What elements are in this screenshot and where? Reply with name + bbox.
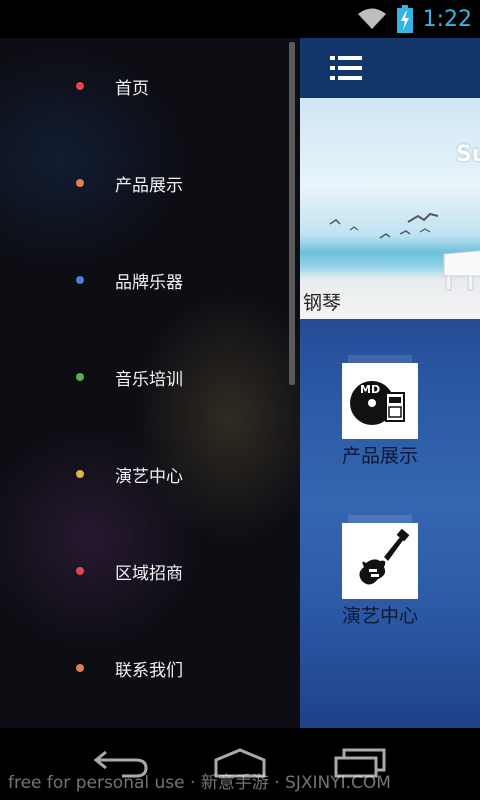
drawer-item-label: 音乐培训 [115,369,183,390]
bullet-dot-icon [76,567,84,575]
banner-caption: 钢琴 [303,292,342,314]
bullet-dot-icon [76,82,84,90]
content-area: MD 产品展示 演艺中心 [300,319,480,728]
seagulls-icon [329,212,439,239]
bullet-dot-icon [76,179,84,187]
drawer-item-label: 首页 [115,78,149,99]
drawer-item-brand-instruments[interactable]: 品牌乐器 [0,250,290,310]
tile-products[interactable]: MD [342,363,418,439]
banner-logo-text: Su [456,142,480,167]
battery-charging-icon [396,5,413,33]
piano-icon [443,250,480,291]
main-content: Su 钢琴 MD 产品展示 演艺中心 [300,38,480,728]
drawer-item-label: 联系我们 [115,660,183,681]
drawer-item-performance-center[interactable]: 演艺中心 [0,444,290,504]
watermark-text: free for personal use · 新意手游 · SJXINYI.C… [8,773,391,793]
status-bar: 1:22 [0,0,480,38]
svg-text:MD: MD [360,383,380,396]
drawer-item-contact-us[interactable]: 联系我们 [0,638,290,698]
drawer-item-products[interactable]: 产品展示 [0,153,290,213]
hamburger-list-icon[interactable] [330,54,364,82]
status-clock: 1:22 [422,6,472,32]
drawer-item-label: 演艺中心 [115,466,183,487]
action-bar [300,38,480,98]
banner-image[interactable]: Su 钢琴 [300,98,480,319]
drawer-item-regional-franchise[interactable]: 区域招商 [0,541,290,601]
drawer-item-label: 品牌乐器 [115,272,183,293]
bullet-dot-icon [76,373,84,381]
bullet-dot-icon [76,470,84,478]
tile-performance-center[interactable] [342,523,418,599]
drawer-item-label: 产品展示 [115,175,183,196]
drawer-item-home[interactable]: 首页 [0,56,290,116]
md-disc-icon: MD [350,381,405,425]
tile-products-label: 产品展示 [341,445,418,467]
electric-guitar-icon [359,528,410,585]
bullet-dot-icon [76,664,84,672]
bullet-dot-icon [76,276,84,284]
wifi-icon [357,7,387,31]
drawer-item-music-training[interactable]: 音乐培训 [0,347,290,407]
navigation-drawer: 首页 产品展示 品牌乐器 音乐培训 演艺中心 区域招商 联系我们 [0,38,300,728]
tile-performance-center-label: 演艺中心 [341,605,418,627]
status-icons: 1:22 [357,4,472,34]
drawer-item-label: 区域招商 [115,563,183,584]
